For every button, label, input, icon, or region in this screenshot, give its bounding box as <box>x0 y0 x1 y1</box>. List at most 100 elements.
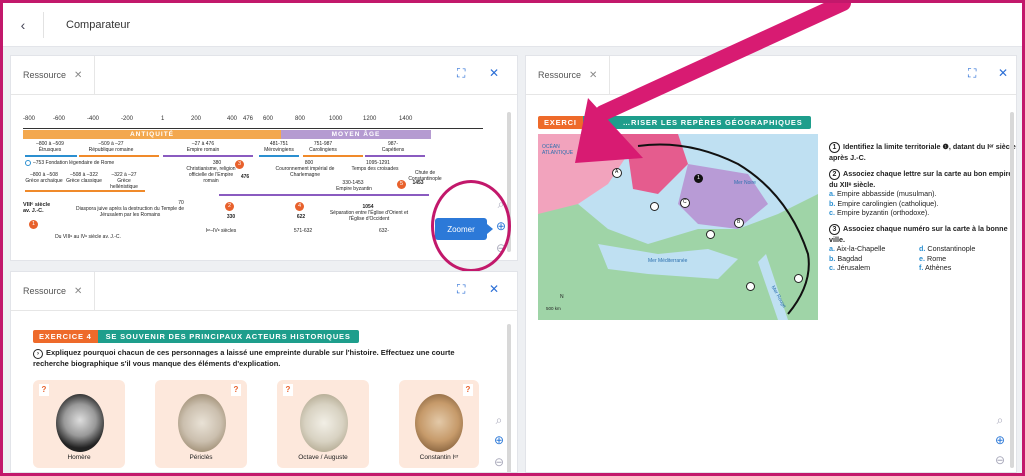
option-letter: b. <box>829 198 836 208</box>
instruction-text: Expliquez pourquoi chacun de ces personn… <box>33 348 455 368</box>
person-card[interactable]: ? Constantin Iᵉʳ <box>399 380 479 468</box>
page-title: Comparateur <box>66 18 131 31</box>
zoom-in-icon[interactable]: ⊕ <box>992 432 1008 448</box>
tab-ressource[interactable]: Ressource ✕ <box>11 56 96 94</box>
resource-panel-map: Ressource ✕ ⛶ ✕ EXERCI …RISER LES REPÈRE… <box>525 55 1017 473</box>
question-number: 2 <box>829 168 840 180</box>
map-city-marker <box>706 230 715 239</box>
range-label: Empire romain <box>186 147 220 153</box>
option: c. Empire byzantin (orthodoxe). <box>829 208 1016 218</box>
option-text: Constantinople <box>927 244 976 253</box>
option-letter: a. <box>829 244 835 253</box>
tick-label: -800 <box>23 116 36 122</box>
person-card[interactable]: ? Octave / Auguste <box>277 380 369 468</box>
exercise-number: EXERCICE 4 <box>33 330 98 343</box>
range-label: République romaine <box>88 147 134 153</box>
option-text: Aix-la-Chapelle <box>836 244 886 253</box>
range-line <box>259 155 299 157</box>
divider <box>43 11 44 38</box>
event-330: 330 <box>226 214 236 220</box>
highlight-circle <box>431 180 511 272</box>
range-line <box>163 155 253 157</box>
divider <box>11 310 517 311</box>
tick-label: 476 <box>243 116 254 122</box>
range-label: Capétiens <box>381 147 405 153</box>
range-line <box>365 155 425 157</box>
option-letter: e. <box>919 253 925 263</box>
question-badge: ? <box>463 384 473 396</box>
question-text: Identifiez la limite territoriale ❶, dat… <box>829 142 1016 162</box>
range-line <box>303 155 363 157</box>
tick-label: -200 <box>121 116 134 122</box>
period-antiquite: ANTIQUITÉ <box>23 130 281 139</box>
marker-label: A <box>615 169 619 175</box>
tick-label: 1200 <box>363 116 377 122</box>
close-tab-icon[interactable]: ✕ <box>589 70 597 81</box>
event-number-1: 1 <box>29 220 38 229</box>
fullscreen-icon[interactable]: ⛶ <box>968 66 976 81</box>
exercise-number: EXERCI <box>538 116 583 129</box>
north-label: N <box>560 294 564 300</box>
close-tab-icon[interactable]: ✕ <box>74 286 82 297</box>
range-line <box>79 155 159 157</box>
exercise-title: SE SOUVENIR DES PRINCIPAUX ACTEURS HISTO… <box>97 330 359 343</box>
range-label: Étrusques <box>38 147 62 153</box>
close-icon[interactable]: ✕ <box>489 282 499 296</box>
option-text: Empire carolingien (catholique). <box>837 198 939 208</box>
resource-panel-exercise4: Ressource ✕ ⛶ ✕ EXERCICE 4 SE SOUVENIR D… <box>10 271 518 473</box>
event-christianisme: Christianisme, religion officielle de l'… <box>186 166 236 184</box>
option-text: Empire abbasside (musulman). <box>837 189 937 198</box>
zoom-in-icon[interactable]: ⊕ <box>491 432 507 448</box>
event-crusades-label: Temps des croisades <box>351 166 399 172</box>
tab-ressource[interactable]: Ressource ✕ <box>526 56 611 94</box>
range-label: Mérovingiens <box>264 147 294 153</box>
scrollbar[interactable] <box>507 324 511 472</box>
tick-label: 800 <box>295 116 306 122</box>
fullscreen-icon[interactable]: ⛶ <box>457 66 465 81</box>
tick-label: 1 <box>161 116 165 122</box>
question-badge: ? <box>283 384 293 396</box>
greece-c-label: Grèce classique <box>66 178 102 184</box>
greece-h-label: Grèce hellénistique <box>110 178 138 190</box>
exercise-instruction: › Expliquez pourquoi chacun de ces person… <box>33 348 463 369</box>
map-city-marker <box>746 282 755 291</box>
tab-ressource[interactable]: Ressource ✕ <box>11 272 96 310</box>
map-marker-1: 1 <box>694 174 703 183</box>
question-text: Associez chaque numéro sur la carte à la… <box>829 223 1008 244</box>
event-marker <box>25 160 31 166</box>
range-line <box>25 155 77 157</box>
option: d. Constantinople <box>919 244 1009 254</box>
close-tab-icon[interactable]: ✕ <box>74 70 82 81</box>
med-sea-label: Mer Méditerranée <box>648 258 688 264</box>
question-badge: ? <box>39 384 49 396</box>
tick-label: -400 <box>87 116 100 122</box>
range-line <box>219 194 429 196</box>
exercise-header: EXERCICE 4 SE SOUVENIR DES PRINCIPAUX AC… <box>33 330 359 343</box>
bottom-1: Du VIIIᵉ au IVᵉ siècle av. J.-C. <box>55 234 121 240</box>
scrollbar[interactable] <box>1010 112 1014 468</box>
question-text: Associez chaque lettre sur la carte au b… <box>829 168 1013 189</box>
zoom-out-icon[interactable]: ⊖ <box>491 454 507 470</box>
option-letter: c. <box>829 208 835 217</box>
arrow-circle-icon: › <box>33 349 43 359</box>
person-card[interactable]: ? Homère <box>33 380 125 468</box>
zoom-fit-icon[interactable]: ⌕ <box>491 412 507 428</box>
person-card[interactable]: ? Périclès <box>155 380 247 468</box>
zoom-out-icon[interactable]: ⊖ <box>992 452 1008 468</box>
app-frame: ‹ Comparateur Ressource ✕ ⛶ ✕ -800 -600 … <box>3 3 1022 473</box>
portrait-image <box>415 394 463 452</box>
question-number: 1 <box>829 142 840 153</box>
option-text: Bagdad <box>837 253 863 263</box>
person-name: Constantin Iᵉʳ <box>419 454 459 461</box>
tick-label: 600 <box>263 116 274 122</box>
divider <box>11 94 517 95</box>
zoom-fit-icon[interactable]: ⌕ <box>992 412 1008 428</box>
close-icon[interactable]: ✕ <box>489 66 499 80</box>
fullscreen-icon[interactable]: ⛶ <box>457 282 465 297</box>
close-icon[interactable]: ✕ <box>998 66 1008 80</box>
tick-label: -600 <box>53 116 66 122</box>
person-name: Octave / Auguste <box>298 454 348 461</box>
event-viii: VIIIᵉ siècle av. J.-C. <box>23 202 51 214</box>
event-rome: –753 Fondation légendaire de Rome <box>33 160 115 166</box>
chevron-left-icon[interactable]: ‹ <box>3 17 43 33</box>
